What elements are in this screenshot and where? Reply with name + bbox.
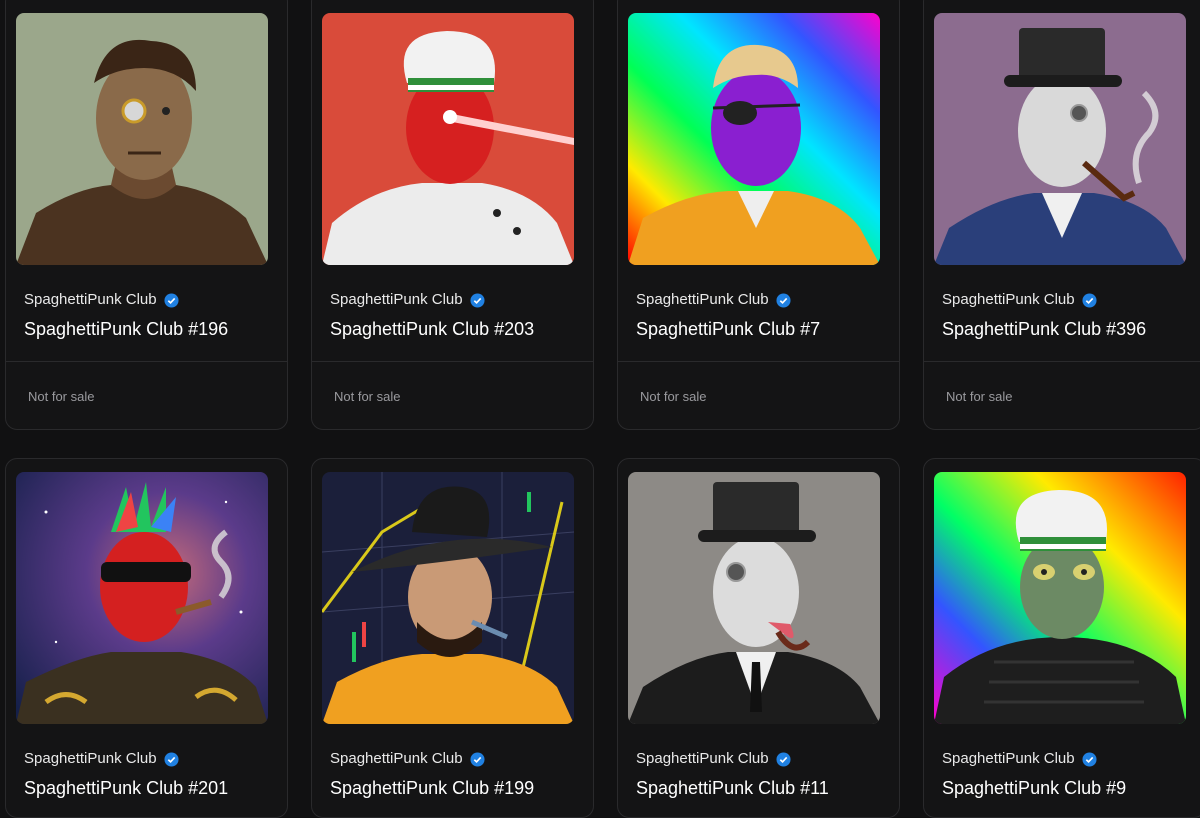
verified-badge-icon: [1082, 751, 1097, 767]
nft-title[interactable]: SpaghettiPunk Club #11: [636, 776, 889, 800]
collection-label[interactable]: SpaghettiPunk Club: [24, 749, 157, 769]
nft-artwork-chef-lizard: [934, 472, 1186, 724]
nft-image[interactable]: [628, 472, 880, 724]
card-info: SpaghettiPunk Club SpaghettiPunk Club #3…: [942, 290, 1195, 341]
verified-badge-icon: [164, 292, 179, 308]
nft-image[interactable]: [628, 13, 880, 265]
nft-title[interactable]: SpaghettiPunk Club #7: [636, 317, 889, 341]
nft-image[interactable]: [322, 472, 574, 724]
nft-card[interactable]: SpaghettiPunk Club SpaghettiPunk Club #1…: [617, 458, 900, 818]
nft-image[interactable]: [16, 472, 268, 724]
sale-status: Not for sale: [946, 389, 1013, 404]
sale-status: Not for sale: [334, 389, 401, 404]
nft-card[interactable]: SpaghettiPunk Club SpaghettiPunk Club #3…: [923, 0, 1200, 430]
card-info: SpaghettiPunk Club SpaghettiPunk Club #9: [942, 749, 1195, 800]
card-info: SpaghettiPunk Club SpaghettiPunk Club #1…: [636, 749, 889, 800]
collection-name[interactable]: SpaghettiPunk Club: [24, 749, 277, 769]
card-info: SpaghettiPunk Club SpaghettiPunk Club #7: [636, 290, 889, 341]
nft-card[interactable]: SpaghettiPunk Club SpaghettiPunk Club #1…: [5, 0, 288, 430]
card-info: SpaghettiPunk Club SpaghettiPunk Club #2…: [24, 749, 277, 800]
nft-title[interactable]: SpaghettiPunk Club #196: [24, 317, 277, 341]
verified-badge-icon: [1082, 292, 1097, 308]
collection-label[interactable]: SpaghettiPunk Club: [942, 749, 1075, 769]
sale-status: Not for sale: [640, 389, 707, 404]
nft-artwork-bearded-monocle: [16, 13, 268, 265]
verified-badge-icon: [470, 751, 485, 767]
nft-image[interactable]: [16, 13, 268, 265]
collection-name[interactable]: SpaghettiPunk Club: [636, 290, 889, 310]
nft-title[interactable]: SpaghettiPunk Club #9: [942, 776, 1195, 800]
nft-artwork-top-hat-pipe: [934, 13, 1186, 265]
verified-badge-icon: [776, 751, 791, 767]
nft-title[interactable]: SpaghettiPunk Club #201: [24, 776, 277, 800]
nft-image[interactable]: [934, 13, 1186, 265]
collection-label[interactable]: SpaghettiPunk Club: [330, 290, 463, 310]
nft-artwork-purple-eyepatch: [628, 13, 880, 265]
collection-label[interactable]: SpaghettiPunk Club: [636, 749, 769, 769]
collection-label[interactable]: SpaghettiPunk Club: [24, 290, 157, 310]
nft-artwork-chef-laser: [322, 13, 574, 265]
nft-artwork-wide-hat-chart: [322, 472, 574, 724]
card-divider: [6, 361, 287, 362]
collection-name[interactable]: SpaghettiPunk Club: [330, 749, 583, 769]
collection-name[interactable]: SpaghettiPunk Club: [636, 749, 889, 769]
collection-label[interactable]: SpaghettiPunk Club: [942, 290, 1075, 310]
nft-title[interactable]: SpaghettiPunk Club #199: [330, 776, 583, 800]
nft-image[interactable]: [934, 472, 1186, 724]
verified-badge-icon: [776, 292, 791, 308]
nft-title[interactable]: SpaghettiPunk Club #396: [942, 317, 1195, 341]
nft-card[interactable]: SpaghettiPunk Club SpaghettiPunk Club #9: [923, 458, 1200, 818]
collection-name[interactable]: SpaghettiPunk Club: [24, 290, 277, 310]
nft-artwork-top-hat-suit: [628, 472, 880, 724]
nft-title[interactable]: SpaghettiPunk Club #203: [330, 317, 583, 341]
card-info: SpaghettiPunk Club SpaghettiPunk Club #1…: [330, 749, 583, 800]
card-divider: [312, 361, 593, 362]
collection-name[interactable]: SpaghettiPunk Club: [942, 749, 1195, 769]
nft-card[interactable]: SpaghettiPunk Club SpaghettiPunk Club #7…: [617, 0, 900, 430]
nft-artwork-mohawk-space: [16, 472, 268, 724]
sale-status: Not for sale: [28, 389, 95, 404]
verified-badge-icon: [470, 292, 485, 308]
card-info: SpaghettiPunk Club SpaghettiPunk Club #2…: [330, 290, 583, 341]
nft-grid: SpaghettiPunk Club SpaghettiPunk Club #1…: [0, 0, 1200, 818]
nft-card[interactable]: SpaghettiPunk Club SpaghettiPunk Club #2…: [5, 458, 288, 818]
collection-name[interactable]: SpaghettiPunk Club: [942, 290, 1195, 310]
collection-label[interactable]: SpaghettiPunk Club: [636, 290, 769, 310]
nft-image[interactable]: [322, 13, 574, 265]
collection-name[interactable]: SpaghettiPunk Club: [330, 290, 583, 310]
card-divider: [618, 361, 899, 362]
nft-card[interactable]: SpaghettiPunk Club SpaghettiPunk Club #1…: [311, 458, 594, 818]
collection-label[interactable]: SpaghettiPunk Club: [330, 749, 463, 769]
card-info: SpaghettiPunk Club SpaghettiPunk Club #1…: [24, 290, 277, 341]
nft-card[interactable]: SpaghettiPunk Club SpaghettiPunk Club #2…: [311, 0, 594, 430]
card-divider: [924, 361, 1200, 362]
verified-badge-icon: [164, 751, 179, 767]
